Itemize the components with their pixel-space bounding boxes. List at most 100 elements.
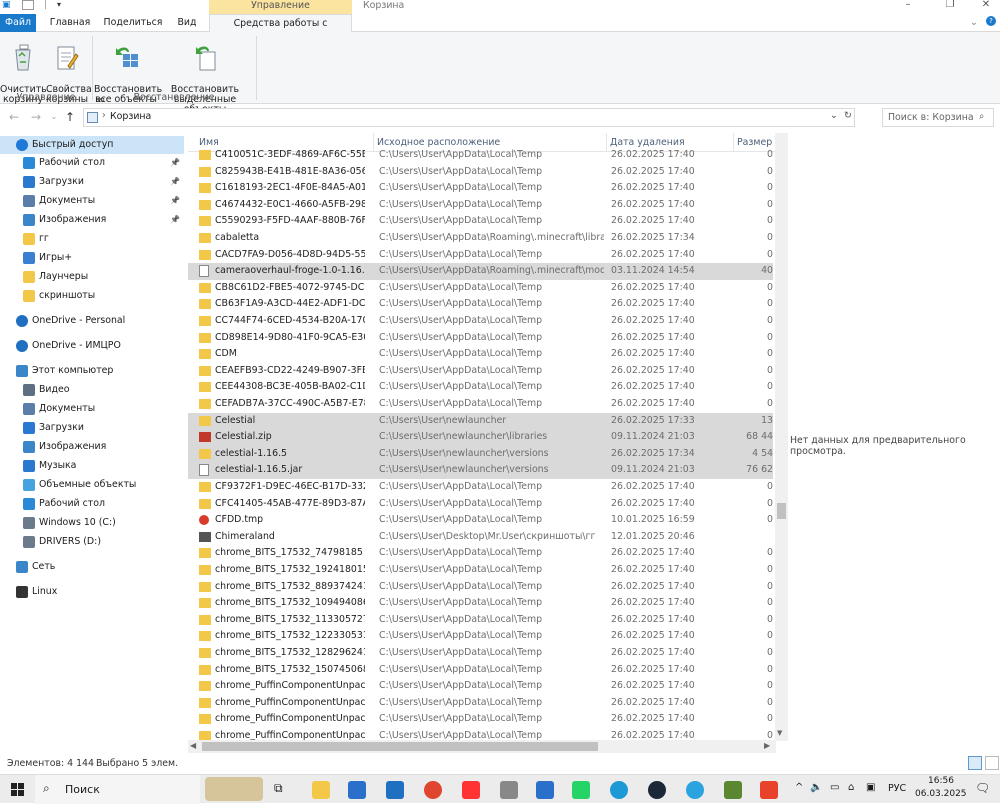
- table-row[interactable]: C4674432-E0C1-4660-A5FB-298475... C:\User…: [188, 197, 773, 214]
- properties-quick-icon[interactable]: [22, 0, 34, 10]
- table-row[interactable]: Celestial C:\Users\User\newlauncher 26.02.…: [188, 412, 773, 430]
- table-row[interactable]: CFC41405-45AB-477E-89D3-87AFA... C:\Users…: [188, 496, 773, 513]
- table-row[interactable]: CB63F1A9-A3CD-44E2-ADF1-DC50... C:\Users\…: [188, 296, 773, 313]
- tab-recycle-bin-tools[interactable]: Средства работы с корзиной: [209, 14, 352, 46]
- table-row[interactable]: chrome_BITS_17532_74798185 C:\Users\User\…: [188, 545, 773, 562]
- table-row[interactable]: CEAEFB93-CD22-4249-B907-3FE7E... C:\Users…: [188, 363, 773, 380]
- sidebar-item[interactable]: Linux: [0, 583, 184, 601]
- table-row[interactable]: CEFADB7A-37CC-490C-A5B7-E78A... C:\Users\…: [188, 396, 773, 413]
- table-row[interactable]: chrome_BITS_17532_1223305313 C:\Users\Use…: [188, 628, 773, 645]
- table-row[interactable]: C825943B-E41B-481E-8A36-056A41... C:\User…: [188, 164, 773, 181]
- sidebar-item[interactable]: гг: [0, 230, 184, 248]
- sidebar-item[interactable]: Лаунчеры: [0, 268, 184, 286]
- tray-chevron-icon[interactable]: ^: [795, 782, 803, 793]
- table-row[interactable]: chrome_PuffinComponentUnpack... C:\Users\…: [188, 678, 773, 695]
- table-row[interactable]: chrome_BITS_17532_1507450680 C:\Users\Use…: [188, 662, 773, 679]
- table-row[interactable]: chrome_BITS_17532_1282962413 C:\Users\Use…: [188, 645, 773, 662]
- sidebar-item[interactable]: Рабочий стол: [0, 495, 184, 513]
- sidebar-item[interactable]: Этот компьютер: [0, 362, 184, 380]
- pin-icon[interactable]: 📌: [170, 192, 180, 210]
- table-row[interactable]: C1618193-2EC1-4F0E-84A5-A01481... C:\User…: [188, 180, 773, 197]
- table-row[interactable]: chrome_BITS_17532_1094940869 C:\Users\Use…: [188, 595, 773, 612]
- clock-date[interactable]: 06.03.2025: [915, 789, 967, 799]
- minimize-button[interactable]: –: [898, 0, 918, 12]
- minecraft-icon[interactable]: [724, 781, 742, 799]
- volume-icon[interactable]: 🔈: [810, 782, 822, 793]
- sidebar-item[interactable]: Объемные объекты: [0, 476, 184, 494]
- vertical-scrollbar[interactable]: ▼: [775, 133, 788, 741]
- table-row[interactable]: chrome_PuffinComponentUnpack... C:\Users\…: [188, 695, 773, 712]
- sidebar-item[interactable]: OneDrive - Personal: [0, 312, 184, 330]
- edge-icon[interactable]: [610, 781, 628, 799]
- address-dropdown-icon[interactable]: ⌄: [830, 110, 838, 121]
- yandex-icon[interactable]: [462, 781, 480, 799]
- close-button[interactable]: ✕: [976, 0, 996, 12]
- horizontal-scroll-thumb[interactable]: [202, 742, 598, 751]
- tray-app-icon[interactable]: ▣: [866, 782, 875, 793]
- table-row[interactable]: Chimeraland C:\Users\User\Desktop\Mr.User…: [188, 529, 773, 546]
- sidebar-item[interactable]: Документы 📌: [0, 192, 184, 210]
- windows-start-icon[interactable]: [11, 783, 24, 796]
- sidebar-item[interactable]: OneDrive - ИМЦРО: [0, 337, 184, 355]
- language-indicator[interactable]: РУС: [888, 783, 906, 794]
- breadcrumb-chevron-icon[interactable]: ›: [102, 110, 106, 121]
- steam-icon[interactable]: [648, 781, 666, 799]
- breadcrumb-recycle-bin[interactable]: Корзина: [110, 111, 151, 122]
- mail-icon[interactable]: [386, 781, 404, 799]
- telegram-icon[interactable]: [686, 781, 704, 799]
- explorer-icon[interactable]: [312, 781, 330, 799]
- tab-share[interactable]: Поделиться: [102, 14, 164, 32]
- whatsapp-icon[interactable]: [572, 781, 590, 799]
- sidebar-item[interactable]: скриншоты: [0, 287, 184, 305]
- taskbar-search-box[interactable]: ⌕ Поиск: [35, 775, 200, 804]
- up-arrow-icon[interactable]: ↑: [62, 109, 78, 125]
- table-row[interactable]: Celestial.zip C:\Users\User\newlauncher\l…: [188, 429, 773, 446]
- refresh-icon[interactable]: ↻: [844, 110, 852, 121]
- tab-home[interactable]: Главная: [44, 14, 96, 32]
- tab-file[interactable]: Файл: [0, 14, 36, 32]
- sidebar-item[interactable]: Windows 10 (C:): [0, 514, 184, 532]
- details-view-icon[interactable]: [968, 756, 982, 770]
- table-row[interactable]: chrome_BITS_17532_1133057270 C:\Users\Use…: [188, 612, 773, 629]
- table-row[interactable]: celestial-1.16.5.jar C:\Users\User\newlau…: [188, 462, 773, 479]
- sidebar-item[interactable]: Изображения: [0, 438, 184, 456]
- mouse-icon[interactable]: [500, 781, 518, 799]
- qat-dropdown-icon[interactable]: ▾: [57, 0, 61, 9]
- table-row[interactable]: CF9372F1-D9EC-46EC-B17D-33262... C:\Users…: [188, 479, 773, 496]
- table-row[interactable]: CACD7FA9-D056-4D8D-94D5-55E0... C:\Users\…: [188, 247, 773, 264]
- maximize-button[interactable]: ❐: [940, 0, 960, 12]
- sidebar-item[interactable]: Музыка: [0, 457, 184, 475]
- scroll-right-icon[interactable]: ▶: [764, 741, 770, 750]
- anydesk-icon[interactable]: [760, 781, 778, 799]
- recent-dropdown-icon[interactable]: ⌄: [46, 109, 62, 125]
- sidebar-item[interactable]: Изображения 📌: [0, 211, 184, 229]
- tab-view[interactable]: Вид: [170, 14, 204, 32]
- sidebar-item[interactable]: Загрузки 📌: [0, 173, 184, 191]
- pin-icon[interactable]: 📌: [170, 173, 180, 191]
- table-row[interactable]: CB8C61D2-FBE5-4072-9745-DC528... C:\Users…: [188, 280, 773, 297]
- sidebar-item[interactable]: Рабочий стол 📌: [0, 154, 184, 172]
- table-row[interactable]: chrome_BITS_17532_192418015 C:\Users\User…: [188, 562, 773, 579]
- address-bar[interactable]: › Корзина ⌄ ↻: [83, 108, 855, 127]
- pin-icon[interactable]: 📌: [170, 154, 180, 172]
- chrome-icon[interactable]: [424, 781, 442, 799]
- back-arrow-icon[interactable]: ←: [6, 109, 22, 125]
- help-icon[interactable]: ?: [986, 16, 996, 26]
- table-row[interactable]: CC744F74-6CED-4534-B20A-170D2... C:\Users…: [188, 313, 773, 330]
- search-input[interactable]: Поиск в: Корзина: [882, 108, 994, 127]
- scroll-down-icon[interactable]: ▼: [777, 729, 782, 737]
- table-row[interactable]: C5590293-F5FD-4AAF-880B-76F4EE... C:\User…: [188, 213, 773, 230]
- horizontal-scrollbar[interactable]: ◀ ▶: [188, 740, 776, 753]
- table-row[interactable]: cabaletta C:\Users\User\AppData\Roaming\.…: [188, 230, 773, 247]
- battery-icon[interactable]: ▭: [830, 782, 839, 793]
- snip-icon[interactable]: [536, 781, 554, 799]
- table-row[interactable]: chrome_BITS_17532_889374241 C:\Users\User…: [188, 579, 773, 596]
- sidebar-item[interactable]: Видео: [0, 381, 184, 399]
- table-row[interactable]: chrome_PuffinComponentUnpack... C:\Users\…: [188, 711, 773, 728]
- sidebar-item[interactable]: Быстрый доступ: [0, 136, 184, 154]
- sidebar-item[interactable]: Игры+: [0, 249, 184, 267]
- clock-time[interactable]: 16:56: [928, 776, 954, 786]
- table-row[interactable]: CDM C:\Users\User\AppData\Local\Temp 26.02…: [188, 346, 773, 363]
- task-view-icon[interactable]: ⧉: [274, 781, 283, 796]
- table-row[interactable]: CD898E14-9D80-41F0-9CA5-E30DC... C:\Users…: [188, 330, 773, 347]
